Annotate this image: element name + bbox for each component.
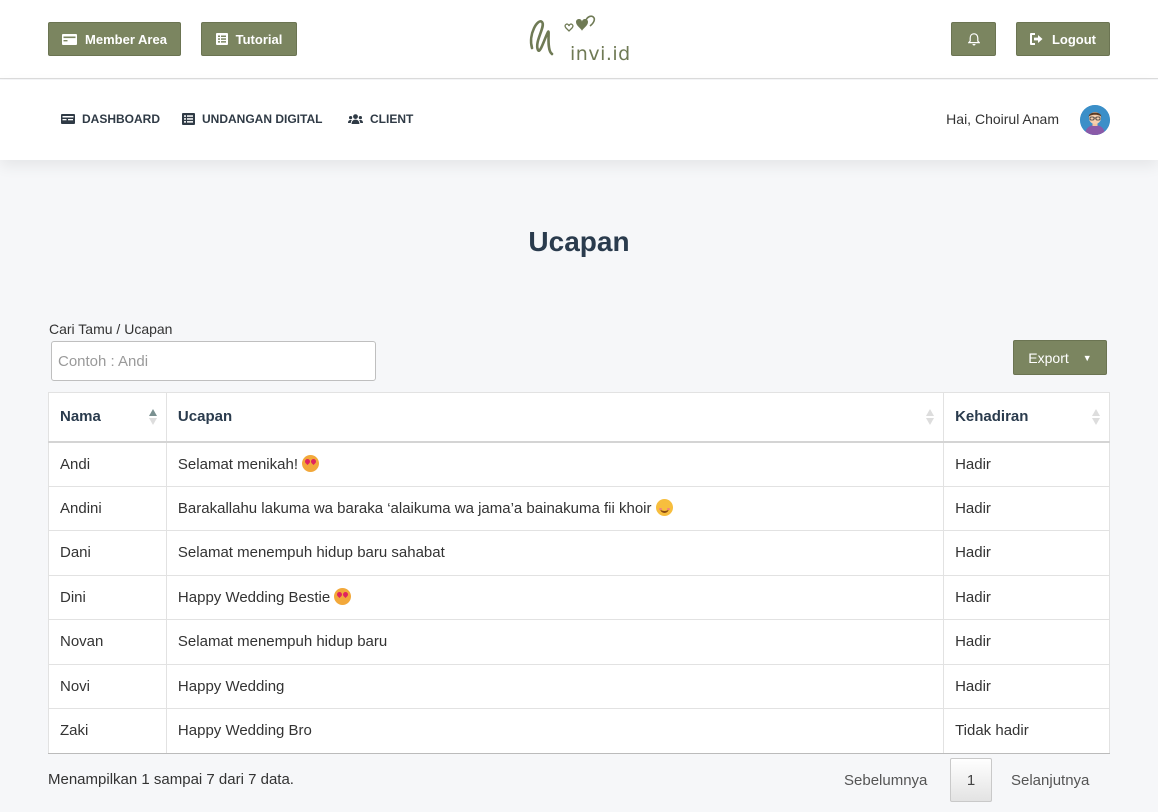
cell-ucapan: Selamat menikah!: [165, 441, 945, 487]
cell-kehadiran: Hadir: [943, 441, 1110, 487]
id-card-icon: [61, 114, 75, 124]
nav-client-label: CLIENT: [370, 112, 414, 126]
export-dropdown-button[interactable]: Export ▼: [1013, 340, 1107, 375]
notification-button[interactable]: [951, 22, 996, 56]
nav-item-undangan-digital[interactable]: UNDANGAN DIGITAL: [182, 112, 322, 126]
cell-ucapan: Selamat menempuh hidup baru sahabat: [165, 530, 945, 576]
column-header-nama[interactable]: Nama: [48, 392, 167, 443]
credit-card-icon: [62, 33, 78, 45]
column-header-label: Ucapan: [177, 408, 233, 426]
logo-text: invi.id: [570, 43, 631, 65]
user-greeting: Hai, Choirul Anam: [946, 111, 1059, 127]
cell-kehadiran: Tidak hadir: [943, 708, 1110, 754]
tutorial-label: Tutorial: [235, 31, 283, 47]
logout-button[interactable]: Logout: [1016, 22, 1110, 56]
cell-kehadiran: Hadir: [943, 619, 1110, 665]
sort-icon: [1092, 409, 1100, 425]
ucapan-text: Happy Wedding: [177, 677, 285, 695]
ucapan-text: Selamat menempuh hidup baru sahabat: [177, 544, 445, 562]
heart-eyes-emoji-icon: [301, 455, 319, 472]
table-body: Andi Selamat menikah! Hadir Andini Barakalla…: [48, 441, 1110, 754]
ucapan-text: Selamat menempuh hidup baru: [177, 633, 388, 651]
ucapan-text: Selamat menikah!: [177, 456, 298, 473]
table-row: Dani Selamat menempuh hidup baru sahabat H…: [48, 530, 1110, 576]
table-row: Andi Selamat menikah! Hadir: [48, 441, 1110, 487]
table-row: Novi Happy Wedding Hadir: [48, 663, 1110, 709]
ucapan-table-container: Nama Ucapan Kehadiran Andi Selamat menika…: [48, 392, 1110, 754]
column-header-label: Nama: [60, 408, 101, 426]
cell-ucapan: Selamat menempuh hidup baru: [165, 619, 945, 665]
table-header-row: Nama Ucapan Kehadiran: [48, 392, 1110, 443]
cell-kehadiran: Hadir: [943, 574, 1110, 620]
cell-ucapan: Happy Wedding Bro: [165, 708, 945, 754]
table-row: Zaki Happy Wedding Bro Tidak hadir: [48, 708, 1110, 754]
top-bar: Member Area Tutorial invi.id Logout: [0, 0, 1158, 79]
cell-kehadiran: Hadir: [943, 663, 1110, 709]
table-info-text: Menampilkan 1 sampai 7 dari 7 data.: [48, 771, 294, 788]
cell-nama: Dani: [48, 530, 167, 576]
avatar-icon: [1080, 105, 1110, 135]
ucapan-text: Happy Wedding Bro: [177, 722, 312, 740]
column-header-label: Kehadiran: [955, 408, 1029, 426]
nav-item-dashboard[interactable]: DASHBOARD: [61, 112, 160, 126]
nav-item-client[interactable]: CLIENT: [348, 112, 413, 126]
search-label: Cari Tamu / Ucapan: [49, 321, 173, 337]
bell-icon: [967, 32, 980, 45]
sign-out-icon: [1029, 33, 1043, 45]
pagination-page-button[interactable]: 1: [950, 758, 992, 802]
users-icon: [348, 114, 363, 124]
cell-ucapan: Barakallahu lakuma wa baraka ‘alaikuma w…: [165, 485, 945, 531]
logout-label: Logout: [1051, 31, 1097, 47]
cell-nama: Novi: [48, 663, 167, 709]
tutorial-button[interactable]: Tutorial: [201, 22, 297, 56]
cell-nama: Dini: [48, 574, 167, 620]
cell-nama: Novan: [48, 619, 167, 665]
search-input[interactable]: [51, 341, 376, 381]
cell-nama: Zaki: [48, 708, 167, 754]
cell-kehadiran: Hadir: [943, 485, 1110, 531]
nav-undangan-label: UNDANGAN DIGITAL: [202, 112, 323, 126]
main-nav: DASHBOARD UNDANGAN DIGITAL CLIENT Hai, C…: [0, 80, 1158, 160]
page-title: Ucapan: [528, 226, 630, 257]
cell-ucapan: Happy Wedding Bestie: [165, 574, 945, 620]
user-avatar[interactable]: [1080, 105, 1110, 135]
cell-kehadiran: Hadir: [943, 530, 1110, 576]
table-row: Dini Happy Wedding Bestie Hadir: [48, 574, 1110, 620]
sort-icon: [926, 409, 935, 425]
smile-emoji-icon: [655, 499, 673, 517]
column-header-ucapan[interactable]: Ucapan: [165, 392, 945, 443]
cell-nama: Andini: [48, 485, 167, 531]
table-row: Novan Selamat menempuh hidup baru Hadir: [48, 619, 1110, 665]
caret-down-icon: ▼: [1082, 352, 1092, 363]
ucapan-text: Happy Wedding Bestie: [177, 589, 331, 607]
sort-asc-icon: [148, 409, 157, 425]
list-icon: [182, 113, 195, 125]
list-icon: [215, 33, 228, 45]
cell-nama: Andi: [48, 441, 167, 487]
invi-logo[interactable]: invi.id: [526, 10, 636, 70]
member-area-button[interactable]: Member Area: [48, 22, 181, 56]
nav-dashboard-label: DASHBOARD: [82, 112, 160, 126]
member-area-label: Member Area: [85, 31, 167, 47]
pagination-previous-button[interactable]: Sebelumnya: [844, 772, 927, 789]
cell-ucapan: Happy Wedding: [165, 663, 945, 709]
heart-eyes-emoji-icon: [334, 588, 352, 606]
table-row: Andini Barakallahu lakuma wa baraka ‘alai…: [48, 485, 1110, 531]
ucapan-text: Barakallahu lakuma wa baraka ‘alaikuma w…: [177, 500, 652, 518]
export-label: Export: [1028, 349, 1069, 366]
pagination-next-button[interactable]: Selanjutnya: [1011, 772, 1089, 789]
ucapan-table: Nama Ucapan Kehadiran Andi Selamat menika…: [48, 392, 1110, 754]
column-header-kehadiran[interactable]: Kehadiran: [943, 392, 1110, 443]
